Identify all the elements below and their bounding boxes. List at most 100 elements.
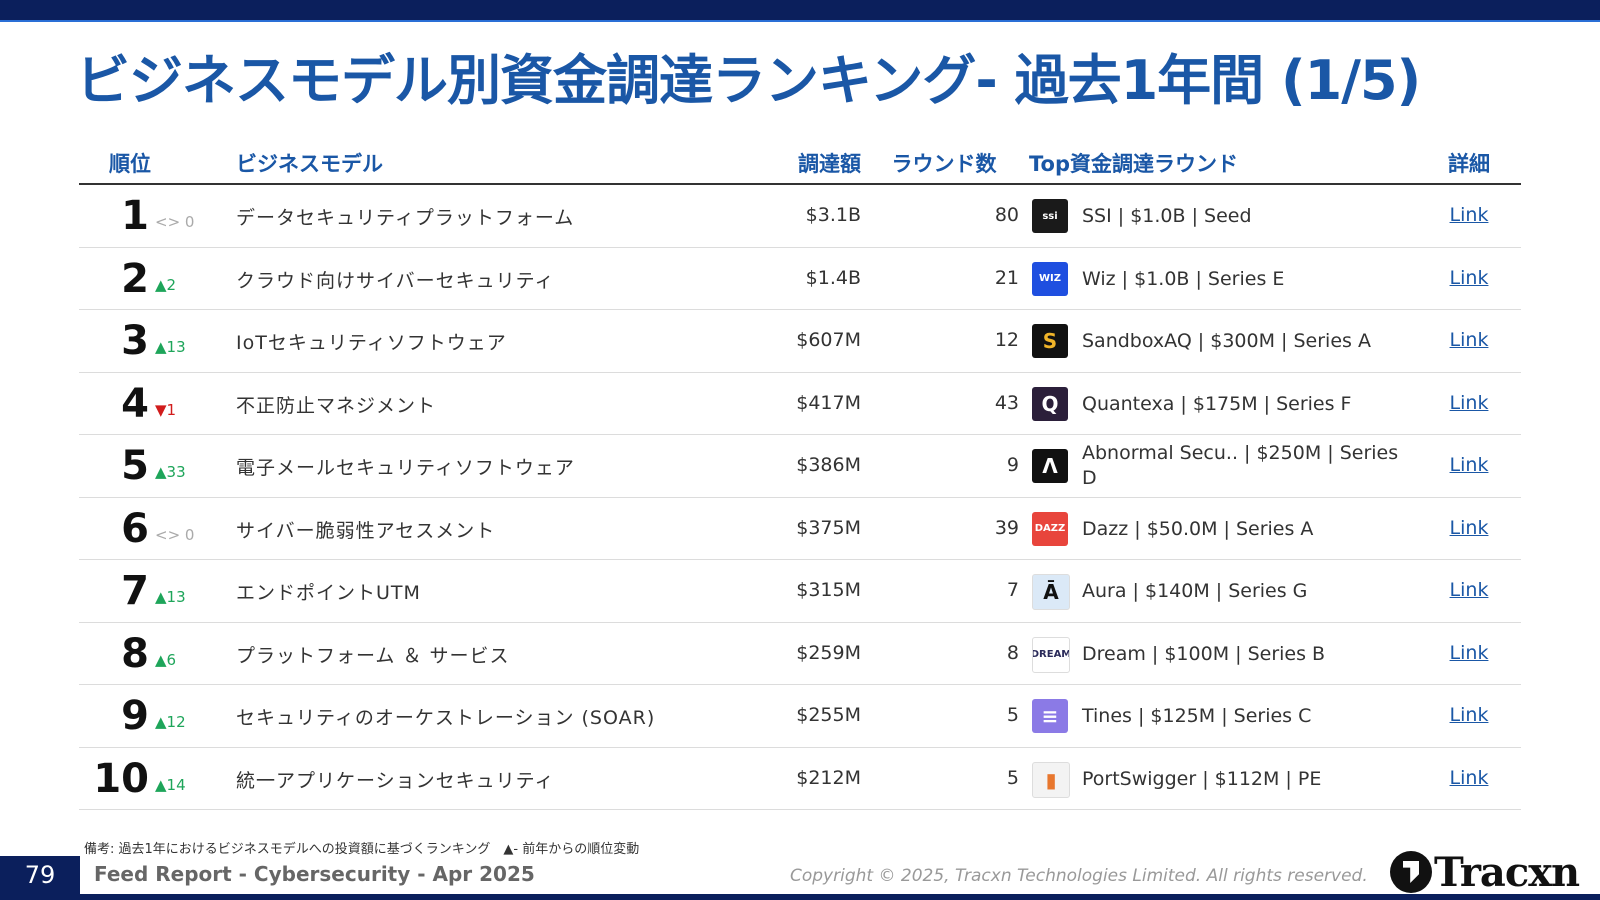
top-round: Tines | $125M | Series C <box>1082 705 1312 727</box>
top-round: SandboxAQ | $300M | Series A <box>1082 330 1371 352</box>
funding-amount: $607M <box>796 329 861 351</box>
rank-change: ▲12 <box>155 713 186 731</box>
rank-number: 8 <box>121 630 149 677</box>
tines-logo-icon: ≡ <box>1032 699 1068 733</box>
table-row: 8 ▲6 プラットフォーム ＆ サービス $259M 8 DREAM Dream | $10… <box>79 623 1521 685</box>
detail-link[interactable]: Link <box>1424 267 1514 289</box>
ssi-logo-icon: ssi <box>1032 199 1068 233</box>
rank-number: 1 <box>121 193 149 239</box>
rank-number: 3 <box>121 318 149 364</box>
detail-link[interactable]: Link <box>1424 579 1514 601</box>
business-model: IoTセキュリティソフトウェア <box>236 332 507 354</box>
top-round: Abnormal Secu.. | $250M | Series D <box>1082 442 1399 489</box>
top-round: Dream | $100M | Series B <box>1082 642 1326 665</box>
top-round: Dazz | $50.0M | Series A <box>1082 517 1314 540</box>
tracxn-logo: Tracxn <box>1390 849 1580 896</box>
report-name: Feed Report - Cybersecurity - Apr 2025 <box>94 862 535 886</box>
round-count: 5 <box>1006 704 1019 726</box>
detail-link[interactable]: Link <box>1424 329 1514 351</box>
wiz-logo-icon: WIZ <box>1032 261 1068 296</box>
portswigger-logo-icon: ▮ <box>1032 761 1070 798</box>
abnormal-security-logo-icon: Λ <box>1032 449 1068 483</box>
funding-amount: $1.4B <box>805 266 861 289</box>
round-count: 39 <box>994 516 1019 539</box>
detail-link[interactable]: Link <box>1424 454 1514 476</box>
rank-change: ▲13 <box>155 338 186 356</box>
header-amount: 調達額 <box>798 152 861 176</box>
header-top-round: Top資金調達ラウンド <box>1029 152 1238 176</box>
table-row: 5 ▲33 電子メールセキュリティソフトウェア $386M 9 Λ Abnormal Sec… <box>79 435 1521 498</box>
quantexa-logo-icon: Q <box>1032 386 1068 421</box>
header-business-model: ビジネスモデル <box>236 152 383 176</box>
sandboxaq-logo-icon: S <box>1032 324 1068 358</box>
rank-number: 9 <box>121 693 149 739</box>
table-body: 1 <> 0 データセキュリティプラットフォーム $3.1B 80 ssi SSI | $1… <box>79 185 1521 810</box>
funding-amount: $259M <box>796 641 861 664</box>
top-banner-accent <box>0 20 1600 22</box>
business-model: サイバー脆弱性アセスメント <box>236 519 496 542</box>
round-count: 80 <box>994 204 1019 226</box>
rank-number: 2 <box>121 255 149 302</box>
top-round: SSI | $1.0B | Seed <box>1082 205 1252 227</box>
funding-amount: $255M <box>796 704 861 726</box>
rank-change: ▲33 <box>155 463 186 481</box>
rank-number: 7 <box>121 568 149 614</box>
business-model: エンドポイントUTM <box>236 582 421 604</box>
funding-amount: $386M <box>796 454 861 476</box>
rank-number: 10 <box>93 755 149 802</box>
business-model: プラットフォーム ＆ サービス <box>236 644 510 667</box>
aura-logo-icon: Ā <box>1032 574 1070 610</box>
rank-change: ▲14 <box>155 775 186 794</box>
header-detail: 詳細 <box>1448 152 1490 176</box>
top-banner <box>0 0 1600 20</box>
rank-number: 4 <box>121 380 149 427</box>
round-count: 9 <box>1006 454 1019 476</box>
round-count: 43 <box>994 391 1019 414</box>
round-count: 12 <box>994 329 1019 351</box>
copyright-notice: Copyright © 2025, Tracxn Technologies Li… <box>790 866 1368 886</box>
dazz-logo-icon: DAZZ <box>1032 511 1068 546</box>
table-row: 9 ▲12 セキュリティのオーケストレーション (SOAR) $255M 5 ≡ Tines… <box>79 685 1521 748</box>
rank-change: ▲2 <box>155 275 177 294</box>
business-model: 不正防止マネジメント <box>236 394 437 417</box>
top-round: Quantexa | $175M | Series F <box>1082 392 1352 415</box>
funding-amount: $3.1B <box>805 204 861 226</box>
page-number: 79 <box>0 856 80 894</box>
round-count: 8 <box>1006 641 1019 664</box>
top-round: Wiz | $1.0B | Series E <box>1082 267 1285 290</box>
detail-link[interactable]: Link <box>1424 517 1514 539</box>
footnote: 備考: 過去1年におけるビジネスモデルへの投資額に基づくランキング ▲- 前年か… <box>84 842 640 857</box>
round-count: 5 <box>1006 766 1019 789</box>
detail-link[interactable]: Link <box>1424 204 1514 226</box>
funding-amount: $417M <box>796 391 861 414</box>
business-model: 電子メールセキュリティソフトウェア <box>236 457 575 479</box>
round-count: 7 <box>1006 579 1019 601</box>
business-model: 統一アプリケーションセキュリティ <box>236 769 555 792</box>
business-model: セキュリティのオーケストレーション (SOAR) <box>236 707 656 729</box>
detail-link[interactable]: Link <box>1424 767 1514 789</box>
rank-number: 6 <box>121 505 149 552</box>
tracxn-mark-icon <box>1390 851 1432 893</box>
round-count: 21 <box>994 266 1019 289</box>
top-round: PortSwigger | $112M | PE <box>1082 767 1322 790</box>
funding-amount: $315M <box>796 579 861 601</box>
detail-link[interactable]: Link <box>1424 392 1514 414</box>
rank-change: ▲6 <box>155 650 177 669</box>
dream-logo-icon: DREAM <box>1032 636 1070 673</box>
top-round: Aura | $140M | Series G <box>1082 580 1308 602</box>
table-row: 1 <> 0 データセキュリティプラットフォーム $3.1B 80 ssi SSI | $1… <box>79 185 1521 248</box>
detail-link[interactable]: Link <box>1424 642 1514 664</box>
detail-link[interactable]: Link <box>1424 704 1514 726</box>
table-row: 10 ▲14 統一アプリケーションセキュリティ $212M 5 ▮ PortSwigger … <box>79 748 1521 810</box>
table-header: 順位 ビジネスモデル 調達額 ラウンド数 Top資金調達ラウンド 詳細 <box>79 148 1521 185</box>
rank-change: <> 0 <box>155 525 195 544</box>
table-row: 6 <> 0 サイバー脆弱性アセスメント $375M 39 DAZZ Dazz | $50.… <box>79 498 1521 560</box>
table-row: 2 ▲2 クラウド向けサイバーセキュリティ $1.4B 21 WIZ Wiz | $1.0B… <box>79 248 1521 310</box>
ranking-table: 順位 ビジネスモデル 調達額 ラウンド数 Top資金調達ラウンド 詳細 1 <> … <box>79 148 1521 810</box>
bottom-banner <box>0 894 1600 900</box>
business-model: データセキュリティプラットフォーム <box>236 207 575 229</box>
table-row: 4 ▼1 不正防止マネジメント $417M 43 Q Quantexa | $175M | … <box>79 373 1521 435</box>
funding-amount: $212M <box>796 766 861 789</box>
rank-change: ▼1 <box>155 400 177 419</box>
header-rank: 順位 <box>109 152 151 176</box>
